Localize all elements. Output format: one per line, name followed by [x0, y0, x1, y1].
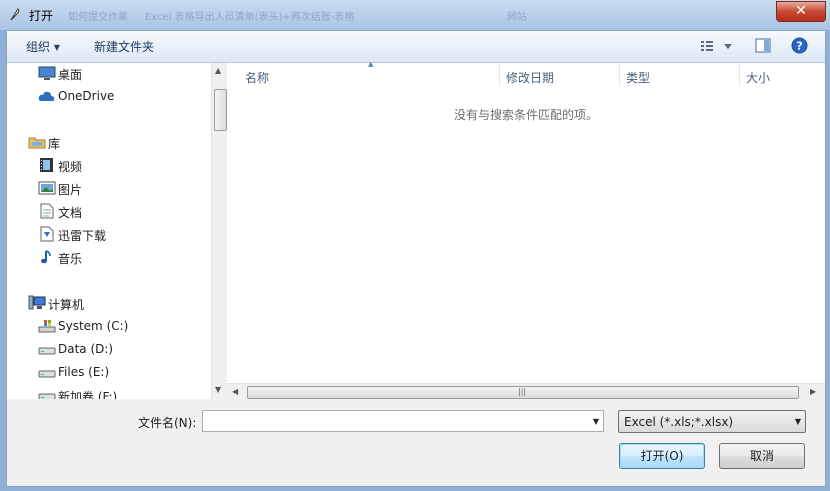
computer-icon: [28, 295, 46, 310]
nav-item-label: 视频: [58, 160, 83, 174]
scroll-thumb[interactable]: [214, 89, 227, 131]
column-header-type[interactable]: 类型: [626, 69, 650, 92]
scroll-thumb[interactable]: |||: [247, 386, 799, 399]
dialog-body: 组织 ▾ 新建文件夹 ? 桌面 OneDrive 库 视频 图片 文档 迅雷下载…: [6, 30, 826, 487]
column-divider: [499, 63, 500, 86]
close-button[interactable]: ✕: [776, 1, 826, 22]
new-folder-button[interactable]: 新建文件夹: [94, 38, 154, 55]
nav-item-label: 库: [48, 137, 61, 151]
column-header-modified[interactable]: 修改日期: [506, 69, 554, 92]
bottom-bar: 文件名(N): ▼ Excel (*.xls;*.xlsx) ▼ 打开(O) 取…: [7, 400, 825, 486]
nav-item-label: 新加卷 (F:): [58, 390, 118, 399]
nav-item-label: 音乐: [58, 252, 83, 266]
background-tab: 网站: [507, 12, 527, 23]
help-icon[interactable]: ?: [791, 37, 808, 54]
picture-icon: [38, 181, 56, 195]
music-icon: [41, 250, 51, 264]
sort-indicator-icon: ▲: [368, 60, 374, 68]
file-list: ▲ 名称 修改日期 类型 大小 没有与搜索条件匹配的项。: [227, 60, 825, 383]
nav-item-label: 图片: [58, 183, 83, 197]
svg-text:?: ?: [796, 40, 802, 53]
background-tab: Excel 表格导出人员清单(表头)+再次结账-表格: [145, 12, 355, 23]
background-tab: 如何提交作業: [68, 12, 128, 23]
desktop-icon: [38, 66, 56, 80]
nav-item-label: System (C:): [58, 319, 129, 333]
column-divider: [739, 63, 740, 86]
system-drive-icon: [38, 320, 56, 333]
window-title: 打开: [29, 9, 54, 23]
filename-label: 文件名(N):: [138, 416, 197, 430]
scroll-down-icon[interactable]: ▼: [215, 385, 221, 394]
filename-input[interactable]: ▼: [202, 410, 604, 432]
video-icon: [40, 158, 53, 172]
navigation-pane: 桌面 OneDrive 库 视频 图片 文档 迅雷下载 音乐 计算机 Syste…: [7, 63, 211, 399]
scroll-left-icon[interactable]: ◀: [232, 387, 238, 396]
drive-icon: [38, 347, 56, 355]
drive-icon: [38, 370, 56, 378]
chevron-down-icon: ▼: [794, 417, 801, 426]
title-bar: 打开 如何提交作業 Excel 表格导出人员清单(表头)+再次结账-表格 网站 …: [0, 0, 830, 30]
drive-icon: [38, 393, 56, 399]
organize-button[interactable]: 组织 ▾: [26, 38, 60, 55]
column-header-size[interactable]: 大小: [746, 69, 770, 92]
cancel-button[interactable]: 取消: [719, 443, 805, 469]
nav-item-label: 桌面: [58, 68, 83, 82]
scroll-right-icon[interactable]: ▶: [810, 387, 816, 396]
file-type-value: Excel (*.xls;*.xlsx): [624, 415, 734, 429]
nav-item-label: Data (D:): [58, 342, 114, 356]
nav-item-label: OneDrive: [58, 89, 115, 103]
cloud-icon: [38, 91, 55, 101]
navigation-scrollbar[interactable]: ▲ ▼: [211, 63, 227, 399]
nav-item-label: Files (E:): [58, 365, 110, 379]
open-button[interactable]: 打开(O): [619, 443, 705, 469]
toolbar: 组织 ▾ 新建文件夹 ?: [7, 31, 825, 63]
nav-item-label: 文档: [58, 206, 83, 220]
file-list-scrollbar[interactable]: ◀ ||| ▶: [227, 383, 825, 401]
view-options-icon[interactable]: [700, 39, 734, 53]
empty-message: 没有与搜索条件匹配的项。: [453, 108, 598, 122]
column-divider: [619, 63, 620, 86]
preview-pane-icon[interactable]: [755, 38, 771, 53]
libraries-icon: [28, 137, 46, 149]
download-icon: [40, 226, 54, 242]
close-icon: ✕: [795, 3, 807, 19]
nav-item-label: 迅雷下载: [58, 229, 107, 243]
chevron-down-icon[interactable]: ▼: [593, 417, 599, 426]
nav-item-label: 计算机: [48, 298, 85, 312]
file-type-filter[interactable]: Excel (*.xls;*.xlsx) ▼: [618, 410, 806, 433]
document-icon: [40, 203, 54, 219]
feather-icon: [10, 8, 20, 21]
scroll-up-icon[interactable]: ▲: [215, 66, 221, 75]
grip-icon: |||: [518, 387, 527, 396]
column-header-name[interactable]: 名称: [245, 69, 269, 92]
